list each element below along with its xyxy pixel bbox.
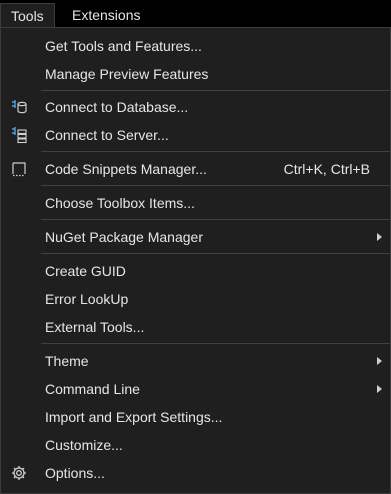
- menu-item-label: Manage Preview Features: [45, 66, 209, 82]
- menu-tools[interactable]: Tools: [0, 3, 55, 28]
- snippet-icon: [10, 160, 28, 178]
- menu-separator: [41, 185, 390, 186]
- menu-item-external-tools[interactable]: External Tools...: [2, 313, 390, 341]
- submenu-arrow-icon: [377, 357, 382, 365]
- menu-item-label: Options...: [45, 465, 105, 481]
- menu-bar: Tools Extensions: [0, 0, 391, 28]
- menu-item-create-guid[interactable]: Create GUID: [2, 257, 390, 285]
- menu-item-connect-to-server[interactable]: Connect to Server...: [2, 121, 390, 149]
- menu-item-label: Code Snippets Manager...: [45, 161, 207, 177]
- database-connect-icon: [10, 98, 28, 116]
- menu-item-nuget-package-manager[interactable]: NuGet Package Manager: [2, 223, 390, 251]
- menu-item-label: Create GUID: [45, 263, 126, 279]
- menu-item-label: Connect to Database...: [45, 99, 189, 115]
- menu-item-label: Import and Export Settings...: [45, 409, 223, 425]
- menu-item-error-lookup[interactable]: Error LookUp: [2, 285, 390, 313]
- server-connect-icon: [10, 126, 28, 144]
- menu-separator: [41, 253, 390, 254]
- menu-item-label: Get Tools and Features...: [45, 38, 202, 54]
- menu-separator: [41, 219, 390, 220]
- menu-item-manage-preview-features[interactable]: Manage Preview Features: [2, 60, 390, 88]
- submenu-arrow-icon: [377, 385, 382, 393]
- menu-item-command-line[interactable]: Command Line: [2, 375, 390, 403]
- menu-item-label: Command Line: [45, 381, 140, 397]
- menu-item-import-export-settings[interactable]: Import and Export Settings...: [2, 403, 390, 431]
- menu-extensions[interactable]: Extensions: [62, 3, 150, 28]
- menu-item-label: NuGet Package Manager: [45, 229, 203, 245]
- menu-separator: [41, 151, 390, 152]
- submenu-arrow-icon: [377, 233, 382, 241]
- menu-item-options[interactable]: Options...: [2, 459, 390, 487]
- menu-item-label: Customize...: [45, 437, 123, 453]
- menu-item-label: Connect to Server...: [45, 127, 169, 143]
- menu-item-code-snippets-manager[interactable]: Code Snippets Manager... Ctrl+K, Ctrl+B: [2, 155, 390, 183]
- menu-item-theme[interactable]: Theme: [2, 347, 390, 375]
- gear-icon: [10, 464, 28, 482]
- tools-dropdown-menu: Get Tools and Features... Manage Preview…: [0, 27, 391, 494]
- menu-item-label: Choose Toolbox Items...: [45, 195, 195, 211]
- menu-separator: [41, 90, 390, 91]
- menu-item-label: Error LookUp: [45, 291, 129, 307]
- menu-item-choose-toolbox-items[interactable]: Choose Toolbox Items...: [2, 189, 390, 217]
- menu-item-shortcut: Ctrl+K, Ctrl+B: [283, 161, 370, 177]
- menu-item-get-tools-and-features[interactable]: Get Tools and Features...: [2, 32, 390, 60]
- menu-item-connect-to-database[interactable]: Connect to Database...: [2, 93, 390, 121]
- menu-item-customize[interactable]: Customize...: [2, 431, 390, 459]
- menu-separator: [41, 343, 390, 344]
- menu-item-label: Theme: [45, 353, 89, 369]
- menu-item-label: External Tools...: [45, 319, 145, 335]
